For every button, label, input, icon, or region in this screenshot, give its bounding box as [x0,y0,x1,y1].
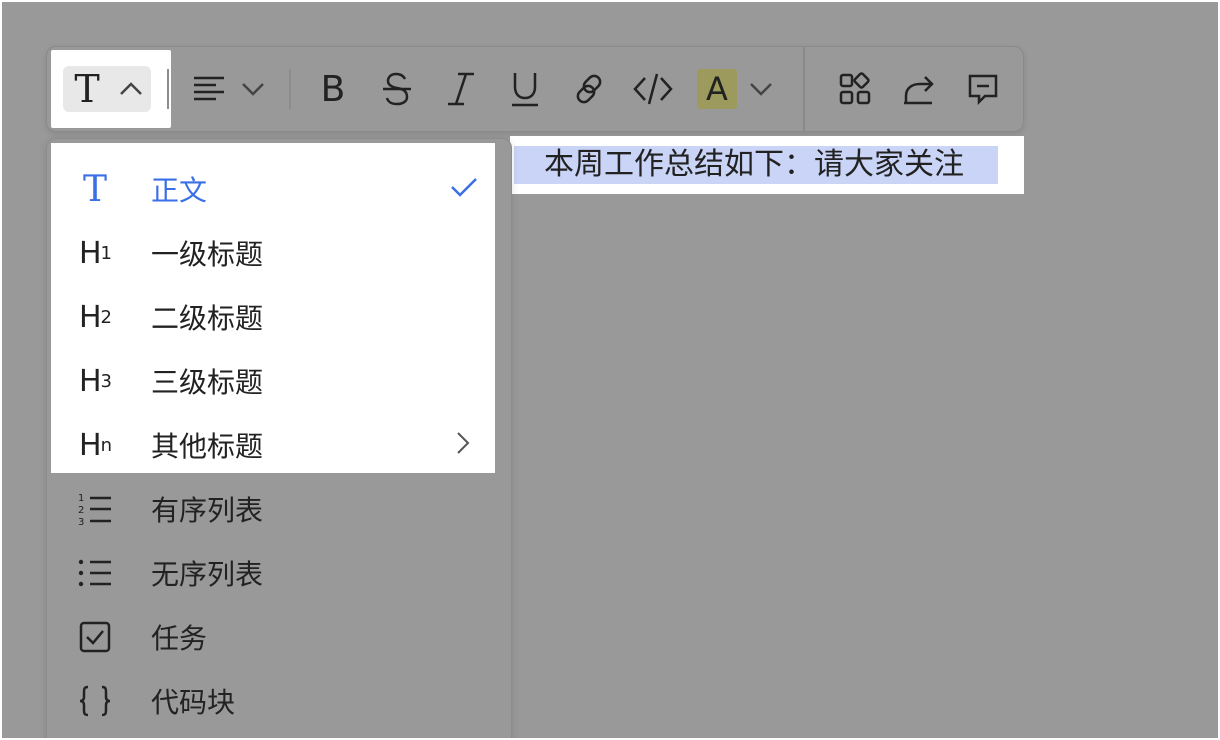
text-style-dropdown: T 正文 H1 一级标题 H2 二级标题 H3 三级标题 Hn 其他标题 1 2… [46,138,512,738]
menu-item-label: 其他标题 [151,430,264,463]
bullet-list-icon [75,553,115,593]
chevron-up-icon [117,75,145,103]
bold-icon[interactable]: B [313,69,353,110]
menu-item-unordered-list[interactable]: 无序列表 [51,541,495,605]
blocks-grid-icon[interactable] [835,69,875,109]
formatting-toolbar: T B A [46,46,1024,132]
svg-text:3: 3 [78,517,84,527]
menu-item-label: 无序列表 [151,558,264,591]
chevron-down-icon[interactable] [239,77,267,101]
text-style-icon: T [74,67,100,111]
menu-item-code-block[interactable]: 代码块 [51,669,495,733]
menu-item-label: 正文 [151,174,208,207]
menu-item-label: 有序列表 [151,494,264,527]
check-icon [449,175,479,203]
heading-1-icon: H1 [78,235,112,271]
comment-icon[interactable] [963,69,1003,109]
align-left-icon[interactable] [191,71,227,107]
svg-text:1: 1 [78,493,84,504]
menu-item-label: 任务 [151,622,208,655]
toolbar-divider [167,69,169,109]
heading-2-icon: H2 [78,299,112,335]
italic-icon[interactable] [441,69,481,109]
menu-item-label: 三级标题 [151,366,264,399]
menu-item-label: 二级标题 [151,302,264,335]
menu-item-other-headings[interactable]: Hn 其他标题 [51,413,495,477]
code-icon[interactable] [631,69,675,109]
menu-item-ordered-list[interactable]: 123 有序列表 [51,477,495,541]
underline-icon[interactable] [505,69,545,109]
ordered-list-icon: 123 [75,489,115,529]
share-icon[interactable] [899,69,939,109]
braces-icon [75,681,115,721]
editor-frame: T B A 本周工作总结如下：请大家关注 T 正文 H 1 一级标题 H 2 二… [2,2,1218,738]
selected-text-block[interactable]: 本周工作总结如下：请大家关注 [510,136,1024,194]
menu-item-task[interactable]: 任务 [51,605,495,669]
document-text[interactable]: 本周工作总结如下：请大家关注 [514,146,998,184]
toolbar-divider [289,69,291,109]
menu-item-heading-2[interactable]: H2 二级标题 [51,285,495,349]
chevron-right-icon [455,430,471,460]
menu-item-heading-1[interactable]: H1 一级标题 [51,221,495,285]
chevron-down-icon[interactable] [747,77,775,101]
highlight-icon: A [706,70,728,108]
checkbox-icon [75,617,115,657]
link-icon[interactable] [569,69,609,109]
text-icon: T [82,168,107,210]
strikethrough-icon[interactable] [377,69,417,109]
heading-n-icon: Hn [79,427,112,463]
menu-item-body-text[interactable]: T 正文 [51,157,495,221]
heading-3-icon: H3 [78,363,112,399]
menu-item-heading-3[interactable]: H3 三级标题 [51,349,495,413]
menu-item-label: 代码块 [151,686,236,719]
toolbar-divider [803,47,805,131]
menu-item-label: 一级标题 [151,238,264,271]
svg-text:2: 2 [78,505,84,516]
